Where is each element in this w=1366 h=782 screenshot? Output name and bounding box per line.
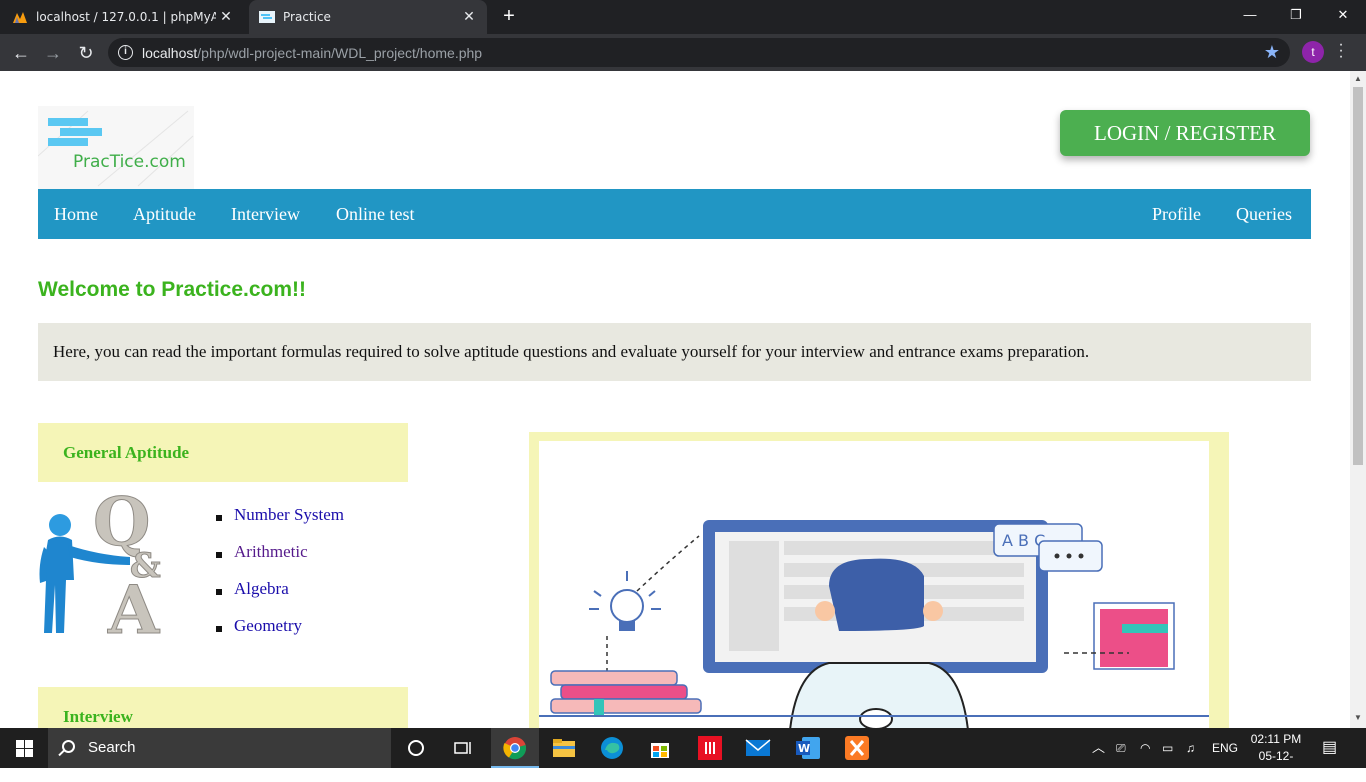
bookmark-star-icon[interactable]: ★	[1264, 42, 1280, 63]
reload-icon[interactable]: ↻	[73, 40, 99, 66]
url-text[interactable]: localhost/php/wdl-project-main/WDL_proje…	[142, 45, 482, 61]
topic-number-system-link[interactable]: Number System	[234, 505, 344, 524]
close-window-icon[interactable]: ✕	[1320, 0, 1366, 30]
login-register-button[interactable]: LOGIN / REGISTER	[1060, 110, 1310, 156]
xampp-icon[interactable]	[833, 728, 881, 768]
chrome-menu-icon[interactable]: · · ·	[1336, 37, 1346, 65]
back-arrow-icon[interactable]: ←	[8, 40, 34, 66]
clock-date: 05-12-2020	[1258, 749, 1294, 780]
close-tab-icon[interactable]: ✕	[216, 9, 236, 25]
practice-favicon-icon	[259, 11, 275, 23]
battery-icon[interactable]: ▭	[1162, 728, 1173, 768]
word-icon[interactable]: W	[784, 728, 832, 768]
logo-text: PracTice.com	[73, 152, 186, 172]
page-viewport: PracTice.com LOGIN / REGISTER Home Aptit…	[0, 71, 1350, 728]
restore-icon[interactable]: ❐	[1273, 0, 1319, 30]
chrome-taskbar-icon[interactable]	[491, 728, 539, 768]
main-navbar: Home Aptitude Interview Online test Prof…	[38, 189, 1311, 239]
svg-text:W: W	[798, 742, 810, 755]
nav-profile[interactable]: Profile	[1152, 189, 1201, 239]
store-icon[interactable]	[636, 728, 684, 768]
general-aptitude-heading: General Aptitude	[38, 423, 408, 482]
taskbar-clock[interactable]: 02:11 PM 05-12-2020	[1246, 731, 1306, 782]
windows-start-icon[interactable]	[0, 728, 48, 768]
mail-icon[interactable]	[734, 728, 782, 768]
site-logo[interactable]: PracTice.com	[38, 106, 194, 189]
person-at-computer-illustration: A B C	[539, 520, 1209, 728]
phpmyadmin-icon	[13, 12, 27, 23]
media-app-icon[interactable]	[686, 728, 734, 768]
file-explorer-icon[interactable]	[540, 728, 588, 768]
tab-practice[interactable]: Practice ✕	[249, 0, 487, 34]
site-info-icon[interactable]: i	[118, 45, 133, 60]
scroll-up-icon[interactable]: ▲	[1353, 74, 1363, 83]
search-icon	[62, 740, 75, 753]
show-hidden-icons-icon[interactable]: ︿	[1092, 728, 1105, 768]
clock-time: 02:11 PM	[1250, 732, 1302, 746]
nav-home[interactable]: Home	[54, 189, 98, 239]
nav-aptitude[interactable]: Aptitude	[133, 189, 196, 239]
qa-person-illustration: Q & A	[39, 485, 162, 638]
meet-now-icon[interactable]: ⎚	[1116, 728, 1126, 768]
profile-avatar[interactable]: t	[1302, 41, 1324, 63]
volume-icon[interactable]: ♫	[1186, 728, 1195, 768]
list-item: Arithmetic	[214, 542, 344, 579]
svg-text:A: A	[107, 571, 160, 638]
logo-graphic-icon	[38, 110, 194, 187]
topic-arithmetic-link[interactable]: Arithmetic	[234, 542, 308, 561]
aptitude-topic-list: Number System Arithmetic Algebra Geometr…	[214, 505, 344, 653]
url-path: /php/wdl-project-main/WDL_project/home.p…	[197, 45, 483, 61]
minimize-icon[interactable]: —	[1227, 0, 1273, 30]
list-item: Number System	[214, 505, 344, 542]
address-bar[interactable]: i localhost/php/wdl-project-main/WDL_pro…	[108, 38, 1290, 67]
welcome-heading: Welcome to Practice.com!!	[38, 278, 307, 301]
new-tab-icon[interactable]: +	[498, 5, 520, 27]
browser-titlebar: localhost / 127.0.0.1 | phpMyAdm ✕ Pract…	[0, 0, 1366, 34]
tab-phpmyadmin[interactable]: localhost / 127.0.0.1 | phpMyAdm ✕	[12, 0, 244, 34]
tab-title: Practice	[283, 10, 331, 24]
language-indicator[interactable]: ENG	[1212, 728, 1238, 768]
tab-title: localhost / 127.0.0.1 | phpMyAdm	[36, 10, 216, 24]
windows-taskbar: Search W ︿ ⎚ ◠ ▭ ♫ ENG 02:11 PM 05-12-20…	[0, 728, 1366, 780]
url-host: localhost	[142, 45, 198, 61]
list-item: Geometry	[214, 616, 344, 653]
browser-toolbar: ← → ↻ i localhost/php/wdl-project-main/W…	[0, 34, 1366, 71]
page-scrollbar[interactable]: ▲ ▼	[1350, 71, 1366, 728]
nav-online-test[interactable]: Online test	[336, 189, 415, 239]
edge-icon[interactable]	[588, 728, 636, 768]
task-view-icon[interactable]	[440, 728, 488, 768]
intro-text: Here, you can read the important formula…	[38, 323, 1311, 381]
list-item: Algebra	[214, 579, 344, 616]
topic-algebra-link[interactable]: Algebra	[234, 579, 289, 598]
cortana-icon[interactable]	[392, 728, 440, 768]
scrollbar-thumb[interactable]	[1353, 87, 1363, 465]
study-illustration: A B C	[539, 441, 1209, 728]
notifications-icon[interactable]: ▤	[1322, 728, 1337, 768]
forward-arrow-icon[interactable]: →	[40, 40, 66, 66]
wifi-icon[interactable]: ◠	[1140, 728, 1150, 768]
study-illustration-frame: A B C	[529, 432, 1229, 728]
scroll-down-icon[interactable]: ▼	[1353, 713, 1363, 722]
topic-geometry-link[interactable]: Geometry	[234, 616, 302, 635]
nav-queries[interactable]: Queries	[1236, 189, 1292, 239]
search-placeholder: Search	[88, 739, 136, 756]
close-tab-icon[interactable]: ✕	[459, 9, 479, 25]
taskbar-search-box[interactable]: Search	[48, 728, 391, 768]
nav-interview[interactable]: Interview	[231, 189, 300, 239]
interview-heading: Interview	[38, 687, 408, 728]
